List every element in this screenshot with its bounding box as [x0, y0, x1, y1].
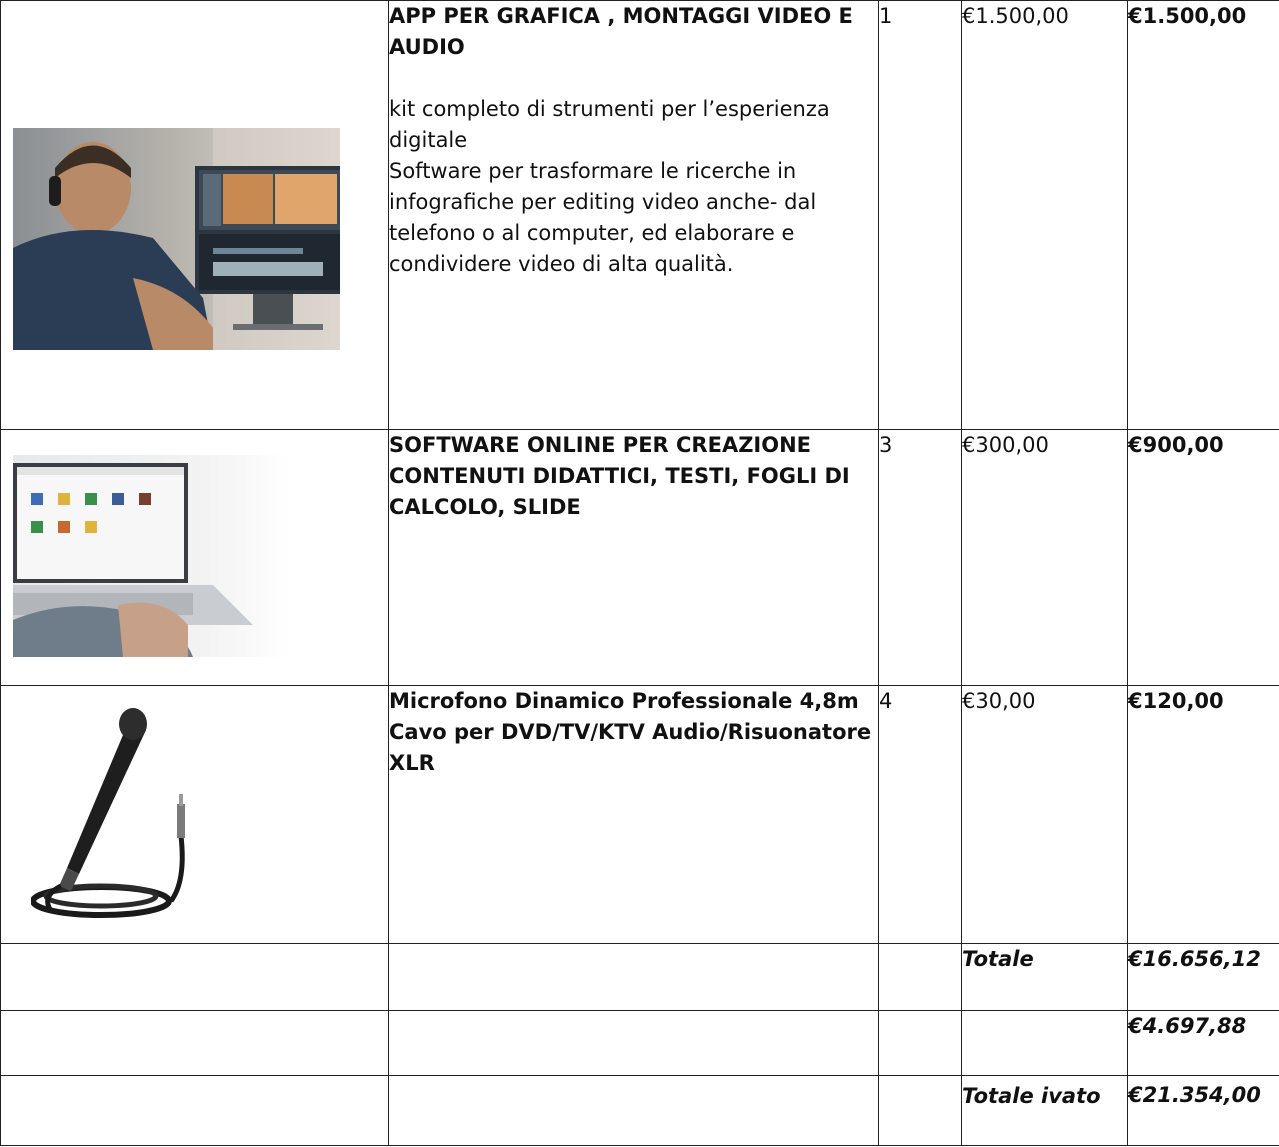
summary-label: Totale — [961, 943, 1128, 1011]
item-title: APP PER GRAFICA , MONTAGGI VIDEO E AUDIO — [389, 4, 853, 59]
empty-cell — [388, 1010, 879, 1076]
item-quantity: 1 — [878, 0, 962, 430]
summary-value: €21.354,00 — [1127, 1075, 1279, 1146]
product-image-cell — [0, 429, 389, 686]
item-description-line: Software per trasformare le ricerche in … — [389, 159, 817, 276]
summary-row: Totale ivato €21.354,00 — [0, 1075, 1279, 1146]
product-image-cell — [0, 0, 389, 430]
empty-cell — [878, 943, 962, 1011]
summary-row: Totale €16.656,12 — [0, 943, 1279, 1011]
laptop-photo — [13, 455, 291, 657]
empty-cell — [0, 1010, 389, 1076]
product-image-cell — [0, 685, 389, 944]
summary-label: Totale ivato — [961, 1075, 1128, 1146]
table-row: Microfono Dinamico Professionale 4,8m Ca… — [0, 685, 1279, 944]
item-description-cell: APP PER GRAFICA , MONTAGGI VIDEO E AUDIO… — [388, 0, 879, 430]
empty-cell — [388, 1075, 879, 1146]
summary-row: €4.697,88 — [0, 1010, 1279, 1076]
summary-label — [961, 1010, 1128, 1076]
item-title: SOFTWARE ONLINE PER CREAZIONE CONTENUTI … — [389, 433, 850, 519]
item-quantity: 4 — [878, 685, 962, 944]
empty-cell — [0, 943, 389, 1011]
table-row: SOFTWARE ONLINE PER CREAZIONE CONTENUTI … — [0, 429, 1279, 686]
summary-value: €16.656,12 — [1127, 943, 1279, 1011]
quote-table: APP PER GRAFICA , MONTAGGI VIDEO E AUDIO… — [0, 0, 1279, 1146]
item-total: €120,00 — [1127, 685, 1279, 944]
item-description: kit completo di strumenti per l’esperien… — [389, 94, 878, 280]
empty-cell — [0, 1075, 389, 1146]
item-unit-price: €30,00 — [961, 685, 1128, 944]
item-total: €900,00 — [1127, 429, 1279, 686]
item-description-line: kit completo di strumenti per l’esperien… — [389, 97, 830, 152]
video-editing-photo — [13, 128, 340, 350]
item-total: €1.500,00 — [1127, 0, 1279, 430]
empty-cell — [878, 1075, 962, 1146]
item-description-cell: SOFTWARE ONLINE PER CREAZIONE CONTENUTI … — [388, 429, 879, 686]
microphone-photo — [31, 706, 201, 926]
item-quantity: 3 — [878, 429, 962, 686]
item-unit-price: €1.500,00 — [961, 0, 1128, 430]
summary-value: €4.697,88 — [1127, 1010, 1279, 1076]
item-title: Microfono Dinamico Professionale 4,8m Ca… — [389, 689, 872, 775]
empty-cell — [878, 1010, 962, 1076]
item-description-cell: Microfono Dinamico Professionale 4,8m Ca… — [388, 685, 879, 944]
empty-cell — [388, 943, 879, 1011]
item-unit-price: €300,00 — [961, 429, 1128, 686]
table-row: APP PER GRAFICA , MONTAGGI VIDEO E AUDIO… — [0, 0, 1279, 430]
